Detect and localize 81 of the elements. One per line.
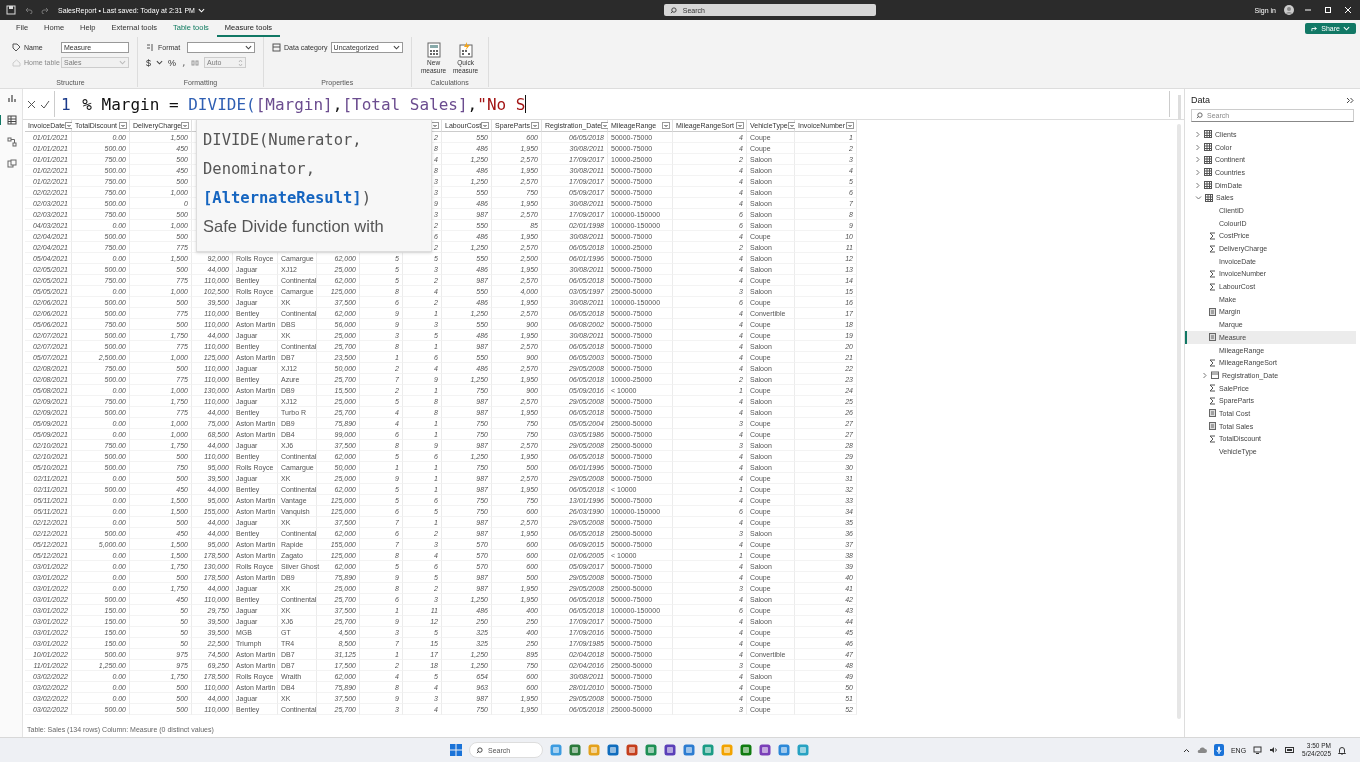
maximize-icon[interactable] xyxy=(1322,6,1334,14)
decimal-icon xyxy=(191,58,200,67)
bar-chart-icon xyxy=(7,93,17,103)
minimize-icon[interactable] xyxy=(1302,6,1314,14)
caret-icon xyxy=(197,7,205,13)
chevron-down-icon[interactable] xyxy=(1195,194,1202,201)
search-icon xyxy=(1196,112,1203,119)
collapse-icon[interactable] xyxy=(1346,96,1354,104)
filter-button[interactable] xyxy=(846,122,854,129)
start-icon[interactable] xyxy=(450,744,462,756)
query-icon xyxy=(7,159,17,169)
diagram-icon xyxy=(7,137,17,147)
caret-icon xyxy=(156,60,163,65)
undo-icon xyxy=(24,6,33,14)
table-icon xyxy=(7,115,17,125)
syntax-line: Denominator, xyxy=(203,159,316,180)
app-icon[interactable] xyxy=(626,744,638,756)
filter-button[interactable] xyxy=(736,122,744,129)
syntax-line: DIVIDE(Numerator, xyxy=(203,130,363,151)
search-icon xyxy=(476,746,483,754)
function-description: Safe Divide function with xyxy=(203,216,385,237)
formula-field[interactable]: 1 % Margin = DIVIDE([Margin],[Total Sales],"No S xyxy=(54,91,1170,117)
close-icon[interactable] xyxy=(27,99,36,109)
caret-icon xyxy=(1343,26,1350,31)
caret-icon xyxy=(119,60,126,65)
network-icon[interactable] xyxy=(1253,746,1263,754)
table-icon xyxy=(1204,130,1212,139)
app-icon[interactable] xyxy=(702,744,714,756)
share-icon xyxy=(1311,25,1319,32)
currency-button[interactable]: $ xyxy=(146,57,151,68)
syntax-line: [AlternateResult]) xyxy=(203,188,372,209)
app-icon[interactable] xyxy=(778,744,790,756)
chevron-up-icon[interactable] xyxy=(1182,747,1190,753)
bell-icon[interactable] xyxy=(1338,745,1346,755)
home-icon xyxy=(12,58,21,67)
close-icon[interactable] xyxy=(1342,6,1354,14)
filter-button[interactable] xyxy=(181,122,190,129)
filter-button[interactable] xyxy=(531,122,539,129)
table-icon xyxy=(1204,168,1212,177)
app-icon[interactable] xyxy=(759,744,771,756)
app-icon[interactable] xyxy=(683,744,695,756)
table-icon xyxy=(1204,181,1212,190)
filter-button[interactable] xyxy=(662,122,670,129)
calendar-icon xyxy=(1211,371,1219,380)
sigma-icon xyxy=(1209,358,1216,367)
search-icon xyxy=(669,6,677,14)
app-icon[interactable] xyxy=(607,744,619,756)
volume-icon[interactable] xyxy=(1269,746,1279,754)
redo-icon xyxy=(41,6,50,14)
check-icon[interactable] xyxy=(40,99,50,109)
tag-icon xyxy=(12,43,21,52)
caret-icon xyxy=(245,45,252,50)
calculator-icon xyxy=(1209,409,1216,418)
caret-icon xyxy=(392,45,400,50)
table-icon xyxy=(1205,193,1213,202)
category-icon xyxy=(272,43,281,52)
calculator-bolt-icon xyxy=(458,42,473,58)
app-icon[interactable] xyxy=(569,744,581,756)
filter-button[interactable] xyxy=(119,122,127,129)
pane-title: Data xyxy=(1191,95,1210,105)
battery-icon[interactable] xyxy=(1285,747,1296,753)
app-icon[interactable] xyxy=(664,744,676,756)
calculator-icon xyxy=(1209,307,1216,316)
microphone-icon[interactable] xyxy=(1213,744,1224,756)
sigma-icon xyxy=(1209,434,1216,443)
table-icon xyxy=(1204,143,1212,152)
spin-icon xyxy=(238,58,244,67)
avatar-icon xyxy=(1284,5,1294,15)
table-icon xyxy=(1204,155,1212,164)
format-dropdown[interactable] xyxy=(187,42,255,53)
cloud-icon[interactable] xyxy=(1196,746,1207,754)
app-icon[interactable] xyxy=(740,744,752,756)
percent-button[interactable]: % xyxy=(168,57,177,68)
app-icon[interactable] xyxy=(645,744,657,756)
format-icon xyxy=(146,43,155,52)
chevron-right-icon[interactable] xyxy=(1202,371,1208,379)
calculator-icon xyxy=(1209,422,1216,431)
calculator-icon xyxy=(1209,333,1216,342)
save-icon xyxy=(6,5,16,15)
filter-button[interactable] xyxy=(481,122,490,129)
calculator-icon xyxy=(426,42,441,58)
